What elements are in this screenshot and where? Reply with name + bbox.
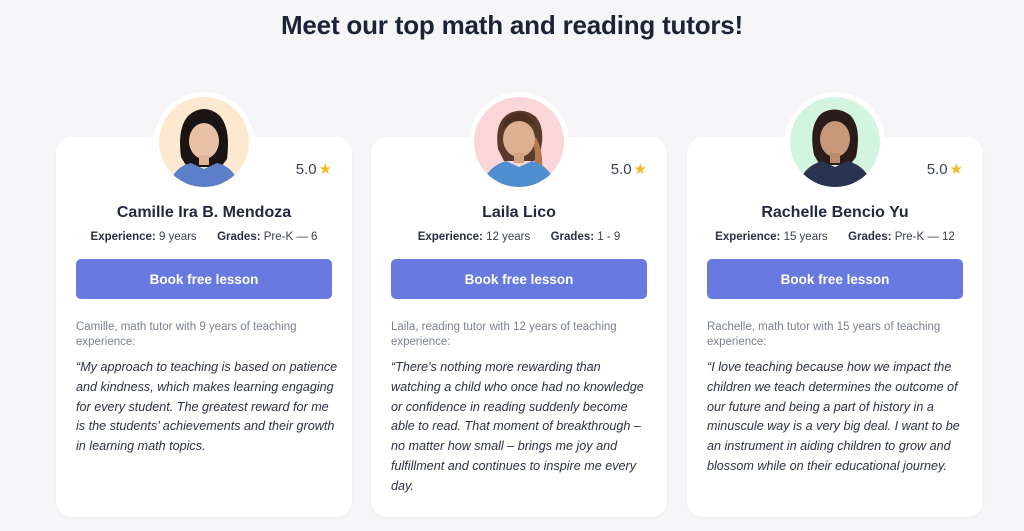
avatar-ring [469, 92, 569, 192]
tutor-card: 5.0 ★ Rachelle Bencio Yu Experience: 15 … [687, 92, 983, 517]
rating-value: 5.0 [610, 161, 632, 178]
tutor-card: 5.0 ★ Camille Ira B. Mendoza Experience:… [56, 92, 352, 517]
tutor-quote: “There's nothing more rewarding than wat… [391, 360, 644, 493]
book-free-lesson-button[interactable]: Book free lesson [391, 259, 647, 299]
tutor-meta: Experience: 9 years Grades: Pre-K — 6 [56, 231, 352, 243]
book-free-lesson-button[interactable]: Book free lesson [707, 259, 963, 299]
avatar-ring [154, 92, 254, 192]
tutor-meta: Experience: 15 years Grades: Pre-K — 12 [687, 231, 983, 243]
avatar-ring [785, 92, 885, 192]
star-icon: ★ [633, 161, 647, 178]
grades-value: Pre-K — 6 [263, 231, 318, 243]
star-icon: ★ [949, 161, 963, 178]
experience-label: Experience: [90, 231, 156, 243]
grades-label: Grades: [848, 231, 892, 243]
grades-label: Grades: [550, 231, 595, 243]
avatar [790, 97, 880, 187]
rating: 5.0 ★ [927, 161, 963, 178]
tutor-intro: Rachelle, math tutor with 15 years of te… [707, 321, 941, 348]
tutor-meta: Experience: 12 years Grades: 1 - 9 [371, 231, 667, 243]
tutor-quote: “My approach to teaching is based on pat… [76, 360, 338, 454]
avatar [159, 97, 249, 187]
star-icon: ★ [318, 161, 332, 178]
tutor-intro: Camille, math tutor with 9 years of teac… [76, 321, 297, 348]
rating-value: 5.0 [926, 161, 948, 178]
experience-value: 15 years [783, 231, 828, 243]
book-free-lesson-button[interactable]: Book free lesson [76, 259, 332, 299]
tutor-name: Laila Lico [482, 204, 556, 221]
experience-label: Experience: [417, 231, 483, 243]
tutor-quote: “I love teaching because how we impact t… [707, 360, 960, 473]
rating: 5.0 ★ [296, 161, 332, 178]
rating-value: 5.0 [295, 161, 317, 178]
page-title: Meet our top math and reading tutors! [280, 10, 744, 40]
grades-value: 1 - 9 [597, 231, 621, 243]
experience-value: 9 years [158, 231, 197, 243]
rating: 5.0 ★ [611, 161, 647, 178]
avatar [474, 97, 564, 187]
tutor-card: 5.0 ★ Laila Lico Experience: 12 years Gr… [371, 92, 667, 517]
experience-value: 12 years [486, 231, 531, 243]
tutor-intro: Laila, reading tutor with 12 years of te… [391, 321, 617, 348]
grades-value: Pre-K — 12 [894, 231, 955, 243]
tutor-name: Rachelle Bencio Yu [761, 204, 909, 221]
grades-label: Grades: [217, 231, 261, 243]
experience-label: Experience: [715, 231, 781, 243]
tutor-name: Camille Ira B. Mendoza [116, 204, 292, 221]
